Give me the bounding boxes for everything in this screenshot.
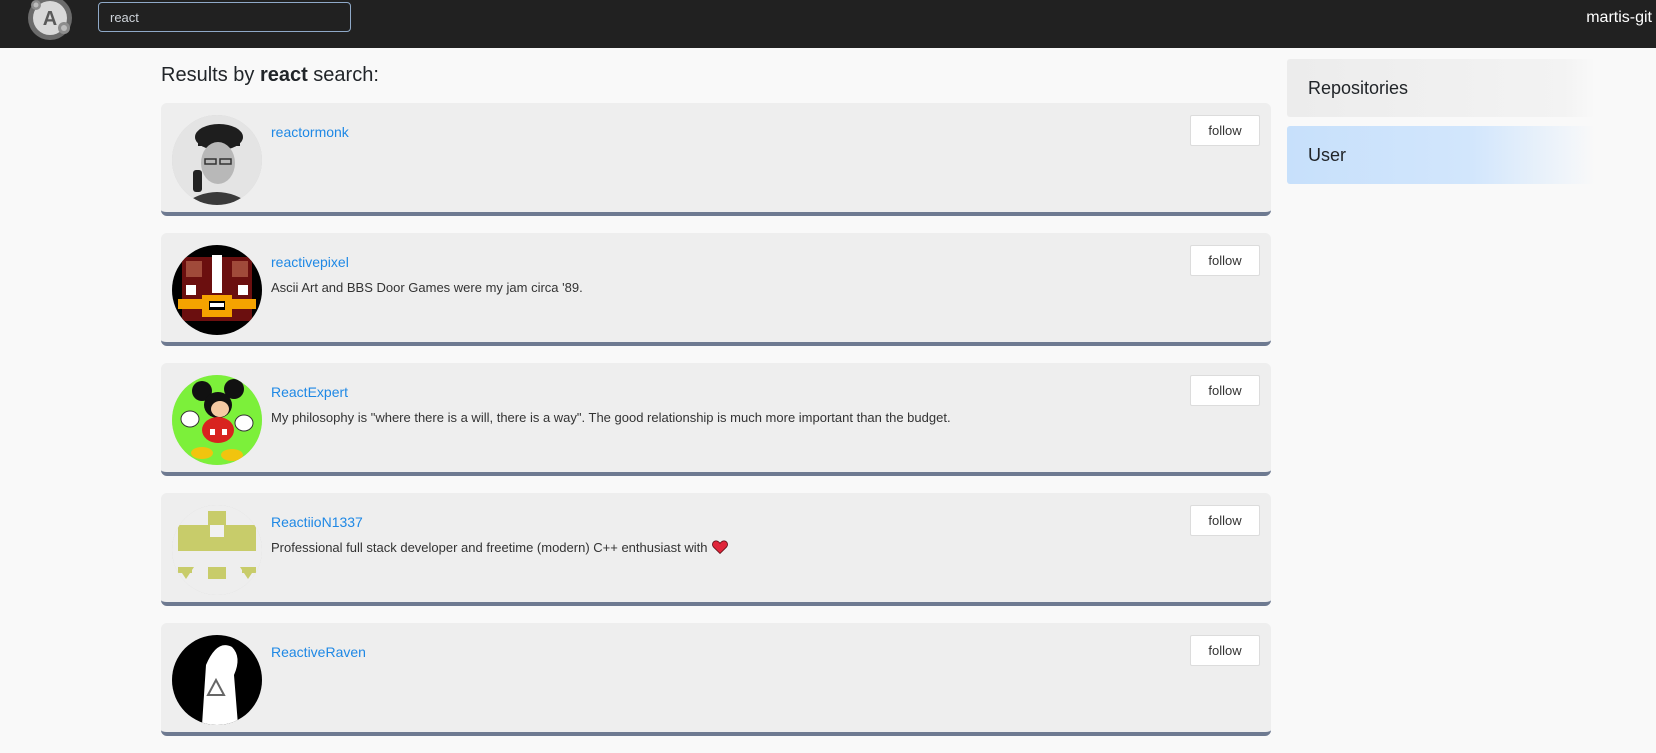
follow-button[interactable]: follow (1190, 375, 1260, 406)
user-login-link[interactable]: reactormonk (271, 124, 349, 140)
heart-icon (712, 540, 729, 557)
user-login-link[interactable]: reactivepixel (271, 254, 349, 270)
user-login-link[interactable]: ReactExpert (271, 384, 348, 400)
top-navbar: A martis-git (0, 0, 1656, 48)
current-username[interactable]: martis-git (1586, 9, 1652, 27)
user-avatar-cartoon-mouse-icon[interactable] (172, 375, 262, 465)
user-card: reactormonk follow (161, 103, 1271, 216)
user-bio: Professional full stack developer and fr… (271, 540, 729, 557)
user-login-link[interactable]: ReactiveRaven (271, 644, 366, 660)
user-login-link[interactable]: ReactiioN1337 (271, 514, 363, 530)
follow-button[interactable]: follow (1190, 505, 1260, 536)
user-card: ReactExpert My philosophy is "where ther… (161, 363, 1271, 476)
user-avatar-silhouette-icon[interactable] (172, 635, 262, 725)
user-avatar-pixel-chest-icon[interactable] (172, 245, 262, 335)
follow-button[interactable]: follow (1190, 635, 1260, 666)
search-term: react (259, 64, 308, 86)
results-heading: Results by react search: (161, 64, 379, 86)
follow-button[interactable]: follow (1190, 115, 1260, 146)
user-avatar-identicon-icon[interactable] (172, 505, 262, 595)
user-avatar-photo-icon[interactable] (172, 115, 262, 205)
results-list: reactormonk follow reactivepixel Ascii A… (161, 103, 1271, 753)
tab-user[interactable]: User (1287, 126, 1595, 184)
follow-button[interactable]: follow (1190, 245, 1260, 276)
search-input[interactable] (98, 2, 351, 32)
app-logo-icon[interactable]: A (26, 0, 74, 40)
user-card: ReactiveRaven follow (161, 623, 1271, 736)
tab-repositories[interactable]: Repositories (1287, 59, 1595, 117)
user-card: ReactiioN1337 Professional full stack de… (161, 493, 1271, 606)
user-card: reactivepixel Ascii Art and BBS Door Gam… (161, 233, 1271, 346)
user-bio: Ascii Art and BBS Door Games were my jam… (271, 280, 583, 295)
user-bio: My philosophy is "where there is a will,… (271, 410, 951, 425)
logo-letter: A (43, 8, 57, 30)
